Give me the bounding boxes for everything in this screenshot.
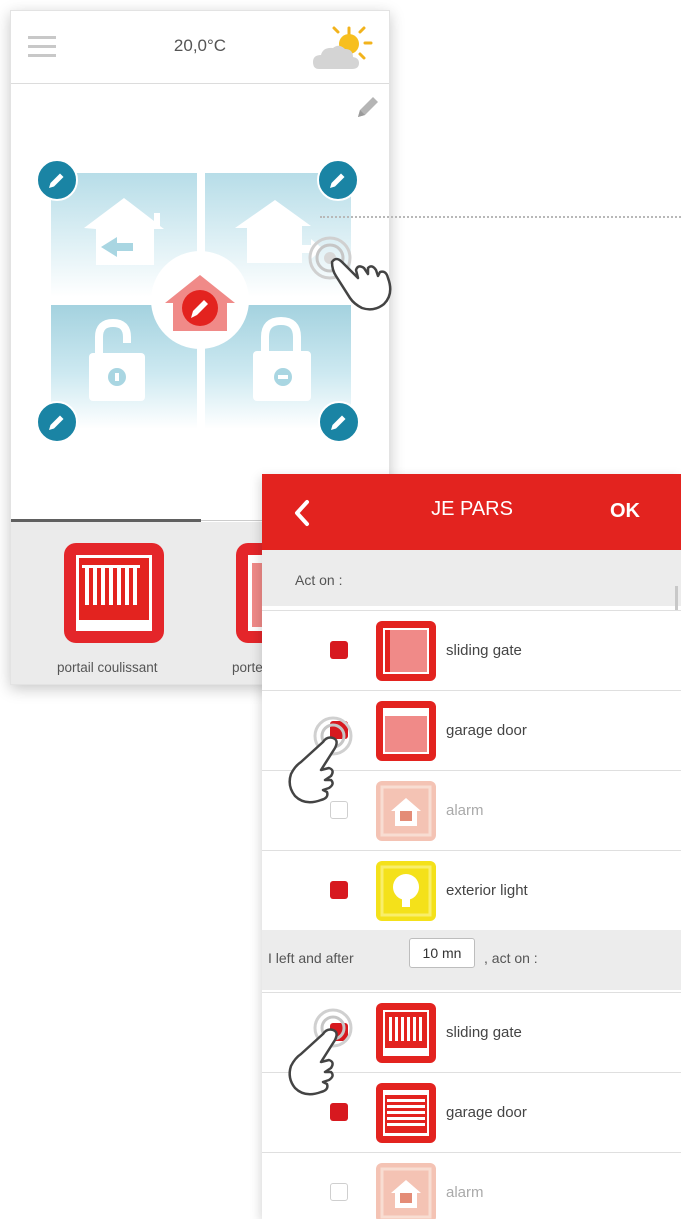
panel-header: JE PARS OK: [262, 474, 681, 550]
edit-badge-bottom-left[interactable]: [36, 401, 78, 443]
sliding-gate-icon: [76, 555, 152, 631]
row-label: garage door: [446, 1104, 527, 1121]
device-label: portail coulissant: [57, 660, 158, 675]
sliding-gate-icon: [376, 621, 436, 681]
edit-badge-top-left[interactable]: [36, 159, 78, 201]
scenario-center: [151, 251, 249, 349]
row-label: sliding gate: [446, 1024, 522, 1041]
alarm-icon: [376, 781, 436, 841]
panel-title: JE PARS: [431, 498, 513, 520]
garage-door-icon: [376, 1083, 436, 1143]
delay-minutes-field[interactable]: 10 mn: [409, 938, 475, 968]
edit-badge-top-right[interactable]: [317, 159, 359, 201]
section-act-on: Act on :: [262, 550, 681, 606]
list-item[interactable]: sliding gate: [262, 610, 681, 691]
section-label: Act on :: [295, 572, 343, 588]
pencil-icon: [49, 173, 64, 188]
tap-hand-icon: [288, 1008, 353, 1096]
home-edit-icon[interactable]: [151, 251, 249, 349]
tap-hand-icon: [308, 236, 392, 311]
row-label: sliding gate: [446, 642, 522, 659]
checkbox[interactable]: [330, 1103, 348, 1121]
back-arrow-icon[interactable]: [288, 496, 318, 530]
pencil-icon: [331, 415, 346, 430]
scenario-edit-panel: JE PARS OK Act on : sliding gate garage …: [262, 474, 681, 1219]
pencil-icon[interactable]: [354, 93, 382, 121]
ok-button[interactable]: OK: [610, 500, 640, 523]
section-delay: I left and after 10 mn , act on :: [262, 930, 681, 990]
row-label: alarm: [446, 802, 484, 819]
sliding-gate-device[interactable]: [64, 543, 164, 643]
sliding-gate-icon: [376, 1003, 436, 1063]
tap-hand-icon: [288, 716, 353, 804]
checkbox[interactable]: [330, 881, 348, 899]
checkbox[interactable]: [330, 1183, 348, 1201]
edit-badge-bottom-right[interactable]: [318, 401, 360, 443]
exterior-light-icon: [376, 861, 436, 921]
section-label: I left and after: [268, 950, 354, 966]
device-label: porte: [232, 660, 263, 675]
list-item[interactable]: exterior light: [262, 850, 681, 931]
list-item[interactable]: alarm: [262, 1152, 681, 1219]
sun-cloud-icon: [313, 26, 373, 69]
row-label: garage door: [446, 722, 527, 739]
top-bar: 20,0°C: [11, 11, 389, 84]
row-label: alarm: [446, 1184, 484, 1201]
checkbox[interactable]: [330, 641, 348, 659]
section-label-suffix: , act on :: [484, 950, 538, 966]
row-label: exterior light: [446, 882, 528, 899]
pencil-icon: [330, 173, 345, 188]
connector-line: [320, 216, 681, 218]
garage-door-icon: [376, 701, 436, 761]
pencil-icon: [49, 415, 64, 430]
alarm-icon: [376, 1163, 436, 1219]
